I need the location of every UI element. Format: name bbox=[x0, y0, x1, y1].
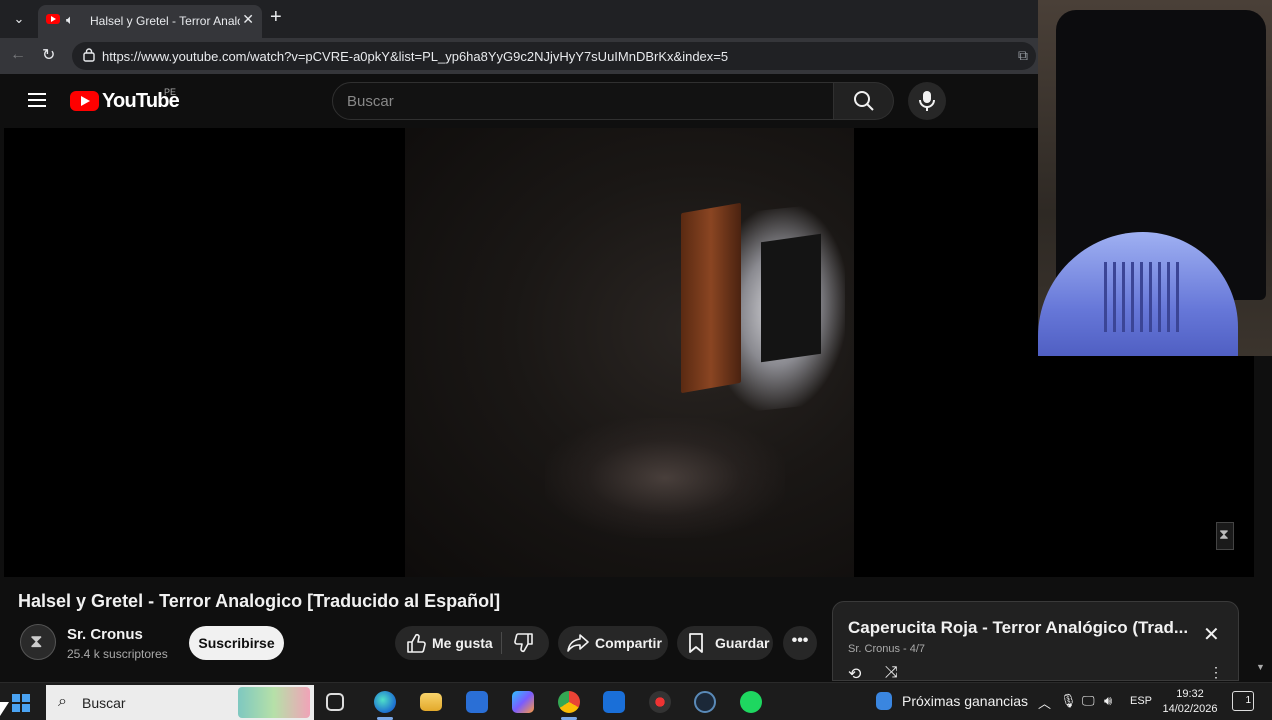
playlist-menu-icon[interactable]: ⋮ bbox=[1209, 664, 1223, 681]
widget-label[interactable]: Próximas ganancias bbox=[902, 693, 1028, 709]
clock[interactable]: 19:32 14/02/2026 bbox=[1160, 687, 1220, 717]
playlist-panel: Caperucita Roja - Terror Analógico (Trad… bbox=[832, 601, 1239, 684]
network-icon[interactable]: 🖵 bbox=[1082, 693, 1095, 709]
like-dislike-group: Me gusta bbox=[395, 626, 549, 660]
edge-icon[interactable] bbox=[374, 691, 396, 713]
shuffle-icon[interactable]: ⤨ bbox=[885, 664, 898, 682]
avatar[interactable] bbox=[20, 624, 56, 660]
mouse-cursor-icon bbox=[0, 702, 9, 716]
video-frame bbox=[405, 128, 854, 577]
extensions-icon[interactable]: ⧉ bbox=[1018, 47, 1028, 64]
scroll-down-icon[interactable]: ▼ bbox=[1256, 662, 1265, 672]
url-text: https://www.youtube.com/watch?v=pCVRE-a0… bbox=[102, 49, 729, 64]
share-label: Compartir bbox=[595, 635, 662, 651]
close-tab-icon[interactable]: ✕ bbox=[242, 11, 254, 28]
close-icon[interactable]: ✕ bbox=[1203, 622, 1220, 647]
more-actions-button[interactable]: ••• bbox=[783, 626, 817, 660]
language-indicator[interactable]: ESP bbox=[1130, 695, 1152, 707]
subscriber-count: 25.4 k suscriptores bbox=[67, 647, 168, 661]
steam-icon[interactable] bbox=[694, 691, 716, 713]
search-icon: ⌕ bbox=[58, 693, 67, 710]
browser-tabbar: ⌄ 🔈︎ Halsel y Gretel - Terror Analog ✕ + bbox=[0, 0, 1040, 38]
taskbar-search[interactable]: ⌕ Buscar bbox=[46, 685, 314, 720]
tab-list-icon[interactable]: ⌄ bbox=[6, 7, 32, 31]
doorway bbox=[761, 233, 821, 363]
new-tab-icon[interactable]: + bbox=[270, 6, 282, 29]
back-icon[interactable]: ← bbox=[10, 46, 26, 64]
speaker-icon[interactable]: 🔈︎ bbox=[66, 12, 74, 28]
screen: ⌄ 🔈︎ Halsel y Gretel - Terror Analog ✕ +… bbox=[0, 0, 1272, 720]
clock-date: 14/02/2026 bbox=[1162, 703, 1218, 715]
davinci-icon[interactable] bbox=[649, 691, 671, 713]
taskbar: ⌕ Buscar Próximas ganancias ︿ 🎙︎ 🖵 🔊︎ ES… bbox=[0, 682, 1272, 720]
search-icon bbox=[854, 91, 874, 111]
outlook-icon[interactable] bbox=[603, 691, 625, 713]
dislike-icon[interactable] bbox=[513, 632, 535, 654]
windows-start-icon[interactable] bbox=[12, 694, 30, 712]
menu-icon[interactable] bbox=[28, 93, 46, 107]
spotify-icon[interactable] bbox=[740, 691, 762, 713]
floor-glow bbox=[545, 418, 785, 538]
channel-name[interactable]: Sr. Cronus bbox=[67, 626, 143, 643]
search-input[interactable] bbox=[347, 91, 807, 111]
like-icon[interactable] bbox=[405, 632, 427, 654]
file-explorer-icon[interactable] bbox=[420, 693, 442, 711]
youtube-header: YouTube PE bbox=[4, 74, 1040, 128]
widgets-icon[interactable] bbox=[876, 692, 892, 710]
divider bbox=[501, 632, 502, 654]
taskbar-search-label: Buscar bbox=[82, 695, 126, 711]
save-button[interactable]: Guardar bbox=[677, 626, 773, 660]
browser-tab[interactable]: 🔈︎ Halsel y Gretel - Terror Analog ✕ bbox=[38, 5, 262, 38]
task-view-icon[interactable] bbox=[326, 693, 344, 711]
address-bar[interactable]: https://www.youtube.com/watch?v=pCVRE-a0… bbox=[72, 42, 1036, 70]
playlist-subtitle: Sr. Cronus - 4/7 bbox=[848, 643, 926, 655]
webcam-overlay bbox=[1038, 0, 1272, 356]
save-label: Guardar bbox=[715, 635, 770, 651]
video-title: Halsel y Gretel - Terror Analogico [Trad… bbox=[18, 591, 501, 611]
mic-icon bbox=[919, 91, 935, 111]
site-info-icon[interactable] bbox=[82, 48, 96, 62]
voice-search-button[interactable] bbox=[908, 82, 946, 120]
channel-watermark-icon[interactable] bbox=[1216, 522, 1234, 550]
clock-time: 19:32 bbox=[1176, 688, 1204, 700]
webcam-chair-slats bbox=[1104, 262, 1184, 332]
tab-title: Halsel y Gretel - Terror Analog bbox=[90, 14, 240, 28]
reload-icon[interactable]: ↻ bbox=[42, 45, 55, 65]
subscribe-button[interactable]: Suscribirse bbox=[189, 626, 284, 660]
like-button[interactable]: Me gusta bbox=[432, 635, 493, 651]
door bbox=[681, 202, 741, 394]
share-icon bbox=[567, 634, 589, 652]
chrome-icon[interactable] bbox=[558, 691, 580, 713]
browser-toolbar: ← ↻ https://www.youtube.com/watch?v=pCVR… bbox=[0, 38, 1040, 74]
notification-icon[interactable]: 1 bbox=[1232, 691, 1254, 711]
save-icon bbox=[689, 633, 703, 653]
youtube-favicon-icon bbox=[46, 14, 60, 24]
chevron-up-icon[interactable]: ︿ bbox=[1038, 693, 1051, 712]
copilot-icon[interactable] bbox=[512, 691, 534, 713]
volume-icon[interactable]: 🔊︎ bbox=[1104, 693, 1112, 709]
search-highlight-image bbox=[238, 687, 310, 718]
search-button[interactable] bbox=[834, 82, 894, 120]
store-icon[interactable] bbox=[466, 691, 488, 713]
playlist-title[interactable]: Caperucita Roja - Terror Analógico (Trad… bbox=[848, 618, 1193, 638]
mic-icon[interactable]: 🎙︎ bbox=[1060, 693, 1077, 709]
country-code: PE bbox=[164, 87, 177, 97]
search-box bbox=[332, 82, 834, 120]
youtube-play-icon bbox=[70, 91, 99, 111]
loop-icon[interactable]: ⟲ bbox=[848, 664, 861, 684]
share-button[interactable]: Compartir bbox=[558, 626, 668, 660]
